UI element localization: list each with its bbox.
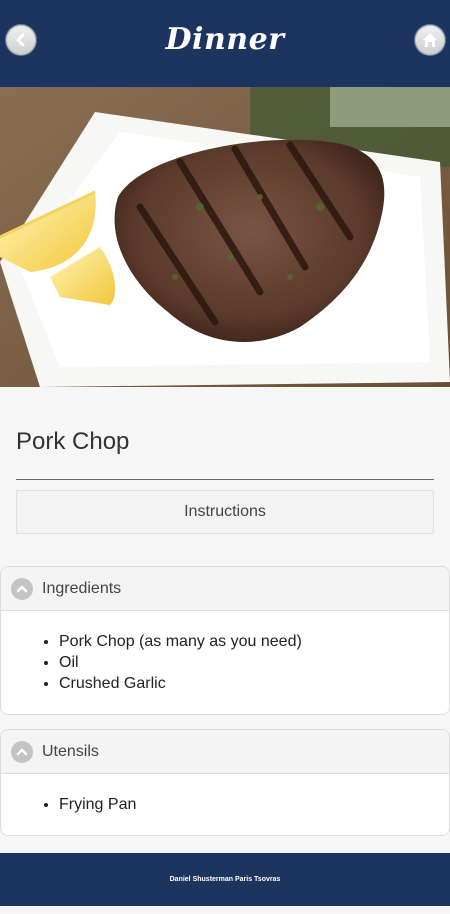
utensils-header[interactable]: Utensils [1, 730, 449, 774]
utensils-panel: Utensils Frying Pan [0, 729, 450, 836]
chevron-up-icon [11, 740, 33, 763]
utensils-list: Frying Pan [1, 774, 449, 835]
divider [16, 479, 434, 480]
list-item: Crushed Garlic [59, 673, 449, 694]
recipe-title: Pork Chop [16, 428, 130, 455]
app-header: Dinner [0, 0, 450, 87]
ingredients-list: Pork Chop (as many as you need) Oil Crus… [1, 611, 449, 714]
home-button[interactable] [415, 25, 445, 55]
recipe-photo [0, 87, 450, 387]
ingredients-label: Ingredients [42, 579, 122, 597]
pork-chop-image [0, 87, 450, 387]
home-icon [423, 33, 437, 47]
ingredients-panel: Ingredients Pork Chop (as many as you ne… [0, 566, 450, 715]
chevron-up-icon [11, 577, 33, 600]
footer-credits: Daniel Shusterman Paris Tsovras [169, 876, 281, 883]
ingredients-header[interactable]: Ingredients [1, 567, 449, 611]
page-title: Dinner [165, 22, 285, 57]
list-item: Oil [59, 652, 449, 673]
utensils-label: Utensils [42, 742, 99, 760]
list-item: Pork Chop (as many as you need) [59, 631, 449, 652]
list-item: Frying Pan [59, 794, 449, 815]
instructions-button[interactable]: Instructions [16, 490, 434, 534]
footer: Daniel Shusterman Paris Tsovras [0, 853, 450, 906]
